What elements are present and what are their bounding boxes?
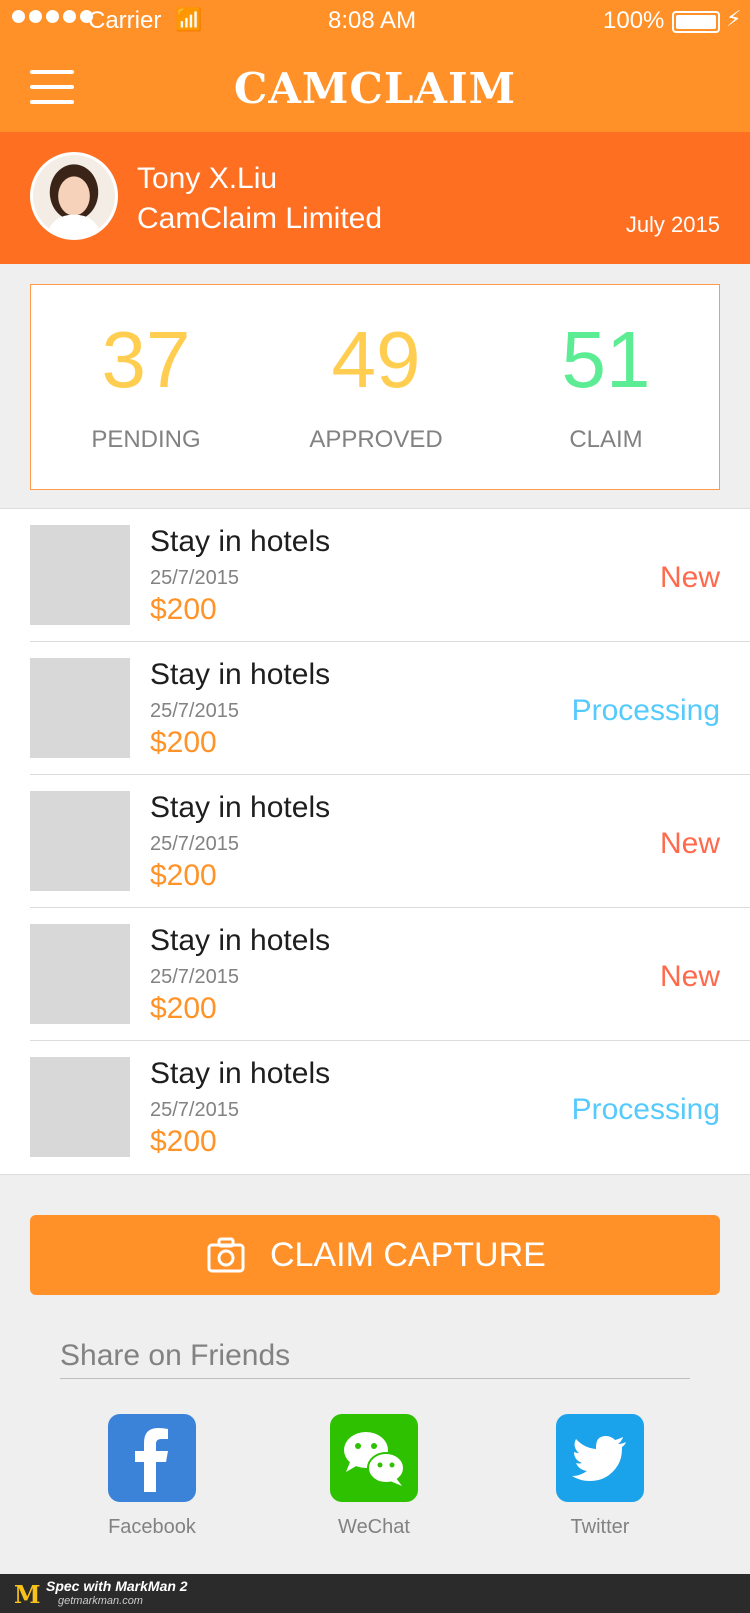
receipt-thumbnail — [30, 924, 130, 1024]
share-twitter-button[interactable]: Twitter — [556, 1414, 644, 1539]
claim-amount: $200 — [150, 859, 217, 892]
claim-title: Stay in hotels — [150, 1057, 331, 1090]
claim-status: New — [659, 960, 720, 993]
user-name: Tony X.Liu — [137, 162, 278, 195]
claim-status: New — [659, 561, 720, 594]
claim-date: 25/7/2015 — [150, 1099, 239, 1121]
company-name: CamClaim Limited — [137, 202, 383, 235]
stat-value: 49 — [331, 315, 421, 404]
claim-capture-button[interactable]: CLAIM CAPTURE — [30, 1215, 720, 1295]
camera-icon — [207, 1237, 245, 1273]
charging-icon: ⚡ — [726, 6, 742, 31]
signal-strength-icon — [12, 10, 93, 23]
claim-title: Stay in hotels — [150, 791, 331, 824]
battery-icon — [672, 11, 720, 33]
claim-date: 25/7/2015 — [150, 700, 239, 722]
share-label: Twitter — [570, 1516, 630, 1538]
share-facebook-button[interactable]: Facebook — [108, 1414, 196, 1539]
claim-amount: $200 — [150, 726, 217, 759]
wifi-icon: 📶 — [175, 7, 203, 32]
share-label: WeChat — [338, 1516, 410, 1538]
receipt-thumbnail — [30, 1057, 130, 1157]
clock: 8:08 AM — [328, 7, 417, 34]
footer-url: getmarkman.com — [58, 1595, 143, 1607]
share-label: Facebook — [108, 1516, 196, 1538]
divider — [60, 1378, 690, 1379]
claim-amount: $200 — [150, 593, 217, 626]
list-item[interactable]: Stay in hotels 25/7/2015 $200 Processing — [0, 1041, 750, 1174]
list-item[interactable]: Stay in hotels 25/7/2015 $200 New — [0, 509, 750, 642]
claim-title: Stay in hotels — [150, 924, 331, 957]
stat-approved[interactable]: 49 APPROVED — [261, 320, 491, 454]
list-item[interactable]: Stay in hotels 25/7/2015 $200 New — [0, 908, 750, 1041]
claim-date: 25/7/2015 — [150, 966, 239, 988]
claims-list: Stay in hotels 25/7/2015 $200 New Stay i… — [0, 508, 750, 1175]
app-logo: CAMCLAIM — [233, 64, 517, 113]
claim-title: Stay in hotels — [150, 658, 331, 691]
markman-footer: M Spec with MarkMan 2 getmarkman.com — [0, 1574, 750, 1613]
status-bar: Carrier 📶 8:08 AM 100% ⚡ — [0, 0, 750, 40]
receipt-thumbnail — [30, 658, 130, 758]
avatar[interactable] — [30, 152, 118, 240]
wechat-icon — [330, 1414, 418, 1502]
footer-brand: Spec with MarkMan 2 — [46, 1578, 188, 1594]
list-item[interactable]: Stay in hotels 25/7/2015 $200 Processing — [0, 642, 750, 775]
claim-date: 25/7/2015 — [150, 567, 239, 589]
list-item[interactable]: Stay in hotels 25/7/2015 $200 New — [0, 775, 750, 908]
stat-label: CLAIM — [569, 426, 643, 453]
claim-title: Stay in hotels — [150, 525, 331, 558]
share-title: Share on Friends — [60, 1339, 291, 1372]
stat-value: 37 — [101, 315, 191, 404]
claim-amount: $200 — [150, 1125, 217, 1158]
receipt-thumbnail — [30, 791, 130, 891]
claim-capture-label: CLAIM CAPTURE — [270, 1236, 546, 1274]
avatar-image — [33, 155, 115, 237]
facebook-icon — [108, 1414, 196, 1502]
receipt-thumbnail — [30, 525, 130, 625]
battery-percent: 100% — [603, 7, 665, 34]
stat-label: APPROVED — [309, 426, 443, 453]
share-wechat-button[interactable]: WeChat — [330, 1414, 418, 1539]
stat-pending[interactable]: 37 PENDING — [31, 320, 261, 454]
stat-claim[interactable]: 51 CLAIM — [491, 320, 721, 454]
claim-amount: $200 — [150, 992, 217, 1025]
claim-status: New — [659, 827, 720, 860]
markman-logo-icon: M — [14, 1580, 41, 1609]
top-bar: Carrier 📶 8:08 AM 100% ⚡ CAMCLAIM — [0, 0, 750, 132]
stat-label: PENDING — [91, 426, 201, 453]
stat-value: 51 — [561, 315, 651, 404]
carrier-label: Carrier — [88, 7, 162, 34]
period-date[interactable]: July 2015 — [626, 212, 720, 238]
stats-panel: 37 PENDING 49 APPROVED 51 CLAIM — [30, 284, 720, 490]
twitter-icon — [556, 1414, 644, 1502]
claim-status: Processing — [571, 694, 720, 727]
profile-header: Tony X.Liu CamClaim Limited July 2015 — [0, 132, 750, 264]
claim-date: 25/7/2015 — [150, 833, 239, 855]
claim-status: Processing — [571, 1093, 720, 1126]
